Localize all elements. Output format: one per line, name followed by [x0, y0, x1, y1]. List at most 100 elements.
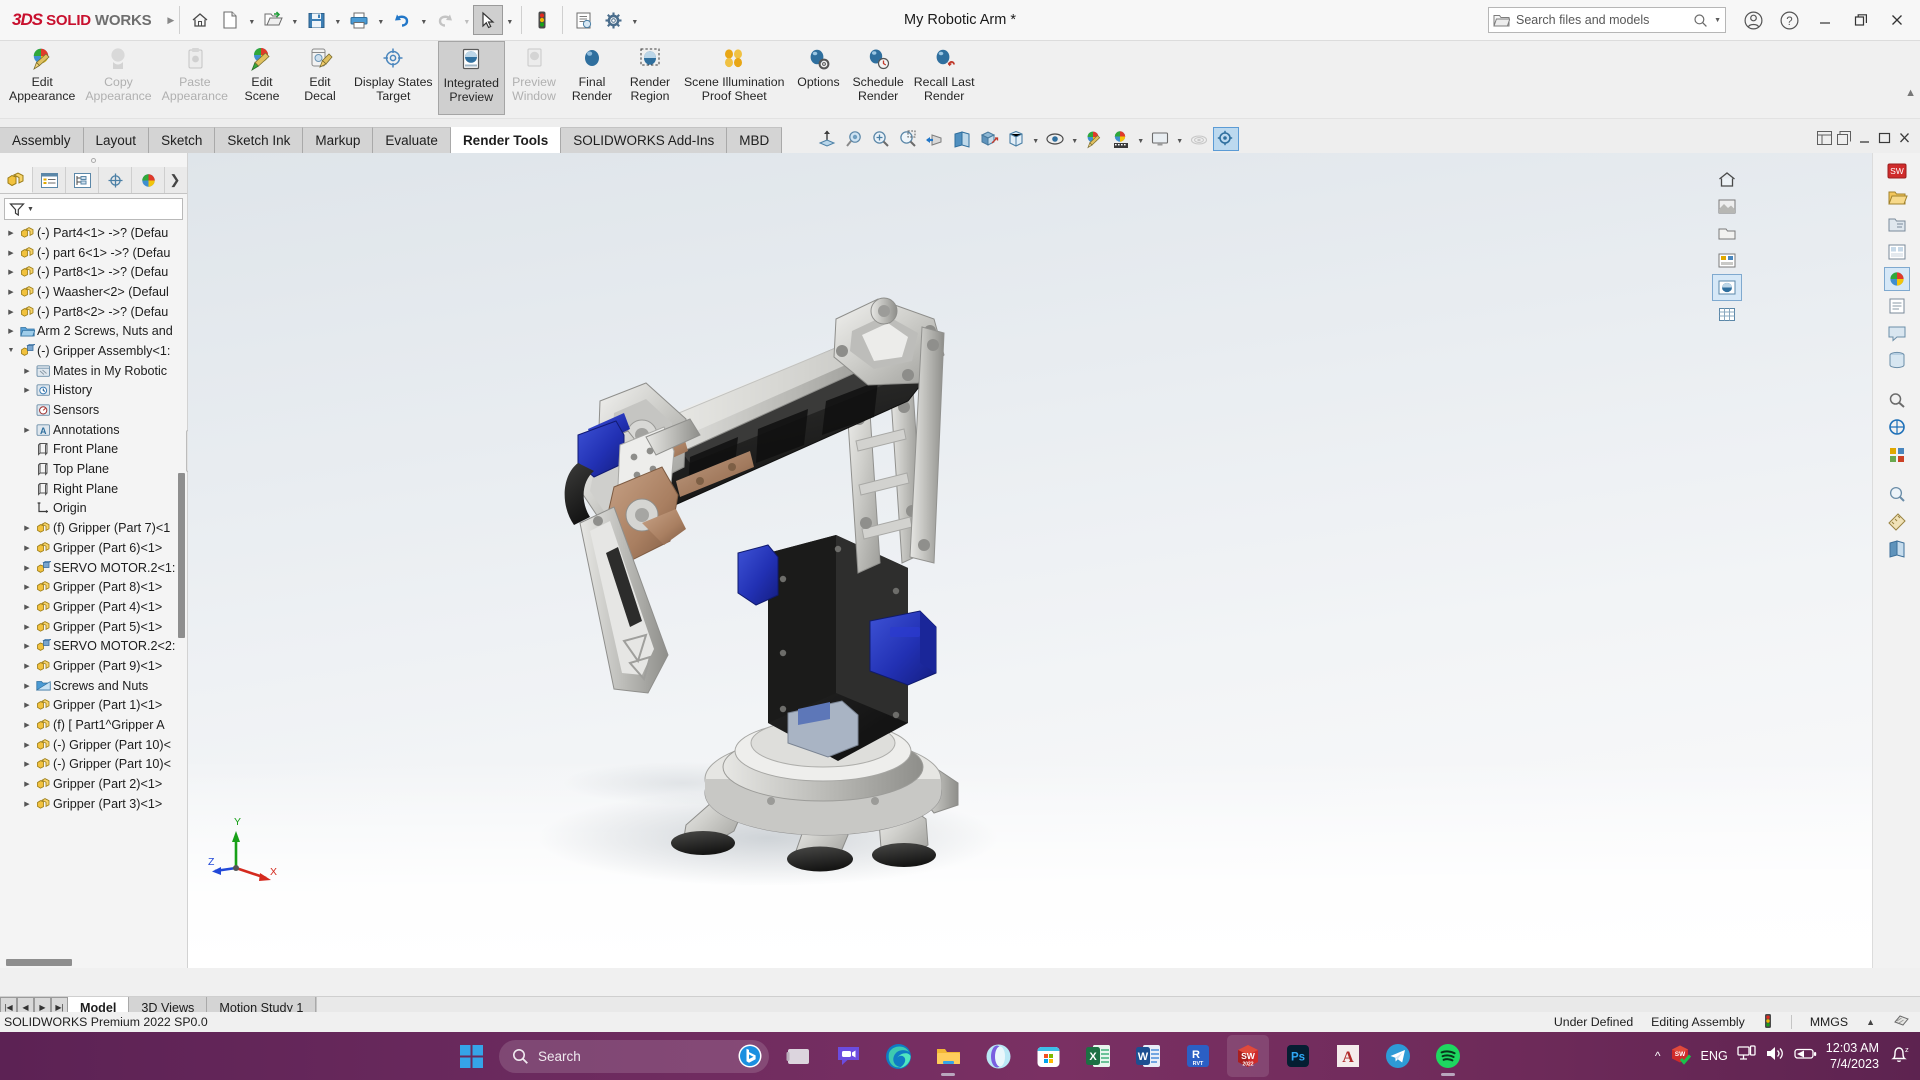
zoom-to-area-icon[interactable]: [841, 127, 867, 151]
print-dropdown[interactable]: ▼: [374, 5, 387, 35]
restore-window-button[interactable]: [1844, 4, 1878, 36]
tree-node[interactable]: ▶ (-) Waasher<2> (Defaul: [0, 282, 187, 302]
microsoft-store-icon[interactable]: [1027, 1035, 1069, 1077]
tree-node[interactable]: ▶ (-) Part8<2> ->? (Defau: [0, 302, 187, 322]
hide-show-items-icon[interactable]: [1042, 127, 1068, 151]
tab-layout[interactable]: Layout: [83, 127, 150, 153]
print-button[interactable]: [344, 5, 374, 35]
tree-node[interactable]: ▶ A Annotations: [0, 420, 187, 440]
tree-expand-arrow-icon[interactable]: ▶: [4, 288, 18, 296]
save-dropdown[interactable]: ▼: [331, 5, 344, 35]
tree-node[interactable]: ▶ Gripper (Part 3)<1>: [0, 794, 187, 814]
tree-expand-arrow-icon[interactable]: ▶: [20, 603, 34, 611]
view-orientation-icon[interactable]: [976, 127, 1002, 151]
tree-node[interactable]: ▶ SERVO MOTOR.2<2:: [0, 636, 187, 656]
tree-node[interactable]: ▶ (f) Gripper (Part 7)<1: [0, 518, 187, 538]
ribbon-final-render[interactable]: Final Render: [563, 41, 621, 115]
redo-button[interactable]: [430, 5, 460, 35]
restore-document-icon[interactable]: [1837, 131, 1852, 150]
bing-copilot-icon[interactable]: [737, 1043, 763, 1069]
select-tool-button[interactable]: [473, 5, 504, 35]
tree-node[interactable]: Right Plane: [0, 479, 187, 499]
tree-node[interactable]: Top Plane: [0, 459, 187, 479]
3dexperience-icon[interactable]: [1884, 415, 1910, 439]
file-properties-button[interactable]: [568, 5, 598, 35]
tree-expand-arrow-icon[interactable]: ▶: [4, 268, 18, 276]
close-window-button[interactable]: [1880, 4, 1914, 36]
feature-manager-design-tree-tab[interactable]: [0, 167, 33, 193]
tree-expand-arrow-icon[interactable]: ▶: [20, 741, 34, 749]
tree-node[interactable]: ▶ Gripper (Part 9)<1>: [0, 656, 187, 676]
panel-resize-grip[interactable]: [0, 153, 187, 167]
spotify-icon[interactable]: [1427, 1035, 1469, 1077]
tree-node[interactable]: ▶ Gripper (Part 2)<1>: [0, 774, 187, 794]
ribbon-recall-last-render[interactable]: Recall Last Render: [909, 41, 980, 115]
tree-collapse-arrow-icon[interactable]: ▼: [4, 347, 18, 354]
perspective-icon[interactable]: [1213, 127, 1240, 151]
configuration-manager-tab[interactable]: [66, 167, 99, 193]
shadows-icon[interactable]: [1186, 127, 1212, 151]
tree-node[interactable]: ▶ Gripper (Part 8)<1>: [0, 577, 187, 597]
tree-node[interactable]: Origin: [0, 499, 187, 519]
tree-node[interactable]: ▶ (-) Part8<1> ->? (Defau: [0, 262, 187, 282]
ribbon-scene-illumination-proof-sheet[interactable]: Scene Illumination Proof Sheet: [679, 41, 789, 115]
account-button[interactable]: [1736, 4, 1770, 36]
search-files-container[interactable]: ▼: [1488, 7, 1726, 33]
tree-expand-arrow-icon[interactable]: ▶: [4, 249, 18, 257]
view-render-icon[interactable]: [1712, 274, 1742, 301]
tree-expand-arrow-icon[interactable]: ▶: [20, 524, 34, 532]
tree-node[interactable]: ▶ (-) Gripper (Part 10)<: [0, 735, 187, 755]
display-style-dropdown[interactable]: ▼: [1030, 127, 1041, 151]
tree-expand-arrow-icon[interactable]: ▶: [20, 386, 34, 394]
autodesk-autocad-icon[interactable]: A: [1327, 1035, 1369, 1077]
view-display-icon[interactable]: [1712, 220, 1742, 247]
ribbon-edit-appearance[interactable]: Edit Appearance: [4, 41, 80, 115]
task-view-icon[interactable]: [777, 1035, 819, 1077]
solidworks-2022-icon[interactable]: SW 2022: [1227, 1035, 1269, 1077]
tree-expand-arrow-icon[interactable]: ▶: [4, 308, 18, 316]
ribbon-collapse-controls[interactable]: ▲: [1905, 87, 1916, 99]
tree-node[interactable]: ▶ Gripper (Part 4)<1>: [0, 597, 187, 617]
view-settings-dropdown[interactable]: ▼: [1174, 127, 1185, 151]
file-explorer-icon[interactable]: [1884, 213, 1910, 237]
robotic-arm-3d-model[interactable]: [438, 223, 1198, 923]
rebuild-status-icon[interactable]: [1763, 1013, 1773, 1032]
autodesk-revit-icon[interactable]: R RVT: [1177, 1035, 1219, 1077]
select-tool-dropdown[interactable]: ▼: [503, 5, 516, 35]
tree-expand-arrow-icon[interactable]: ▶: [20, 642, 34, 650]
tree-node[interactable]: ▶ (f) [ Part1^Gripper A: [0, 715, 187, 735]
tree-node[interactable]: ▶ Arm 2 Screws, Nuts and: [0, 321, 187, 341]
feature-tree-filter[interactable]: ▼: [4, 198, 183, 220]
ribbon-schedule-render[interactable]: Schedule Render: [847, 41, 908, 115]
tab-evaluate[interactable]: Evaluate: [373, 127, 451, 153]
tree-expand-arrow-icon[interactable]: ▶: [20, 721, 34, 729]
help-button[interactable]: ?: [1772, 4, 1806, 36]
hide-show-dropdown[interactable]: ▼: [1069, 127, 1080, 151]
tree-node[interactable]: ▶ SERVO MOTOR.2<1:: [0, 558, 187, 578]
tree-node[interactable]: ▶ History: [0, 381, 187, 401]
ribbon-edit-decal[interactable]: Edit Decal: [291, 41, 349, 115]
ribbon-pin-icon[interactable]: ▲: [1905, 87, 1916, 99]
tree-expand-arrow-icon[interactable]: ▶: [20, 760, 34, 768]
ribbon-render-region[interactable]: Render Region: [621, 41, 679, 115]
tab-solidworks-add-ins[interactable]: SOLIDWORKS Add-Ins: [561, 127, 728, 153]
view-home-icon[interactable]: [1712, 166, 1742, 193]
apply-scene-icon[interactable]: [1108, 127, 1134, 151]
opera-browser-icon[interactable]: [977, 1035, 1019, 1077]
dimxpert-manager-tab[interactable]: [99, 167, 132, 193]
tree-expand-arrow-icon[interactable]: ▶: [20, 426, 34, 434]
tree-node[interactable]: ▼ (-) Gripper Assembly<1:: [0, 341, 187, 361]
view-scene-icon[interactable]: [1712, 193, 1742, 220]
tree-expand-arrow-icon[interactable]: ▶: [20, 583, 34, 591]
tree-expand-arrow-icon[interactable]: ▶: [20, 780, 34, 788]
addins-icon[interactable]: [1884, 442, 1910, 466]
chat-teams-icon[interactable]: [827, 1035, 869, 1077]
overlay-icon[interactable]: [1893, 1013, 1910, 1031]
tree-expand-arrow-icon[interactable]: ▶: [4, 229, 18, 237]
apply-scene-dropdown[interactable]: ▼: [1135, 127, 1146, 151]
property-manager-tab[interactable]: [33, 167, 66, 193]
tab-markup[interactable]: Markup: [303, 127, 374, 153]
redo-dropdown[interactable]: ▼: [460, 5, 473, 35]
search-tasks-icon[interactable]: [1884, 388, 1910, 412]
undo-button[interactable]: [387, 5, 417, 35]
